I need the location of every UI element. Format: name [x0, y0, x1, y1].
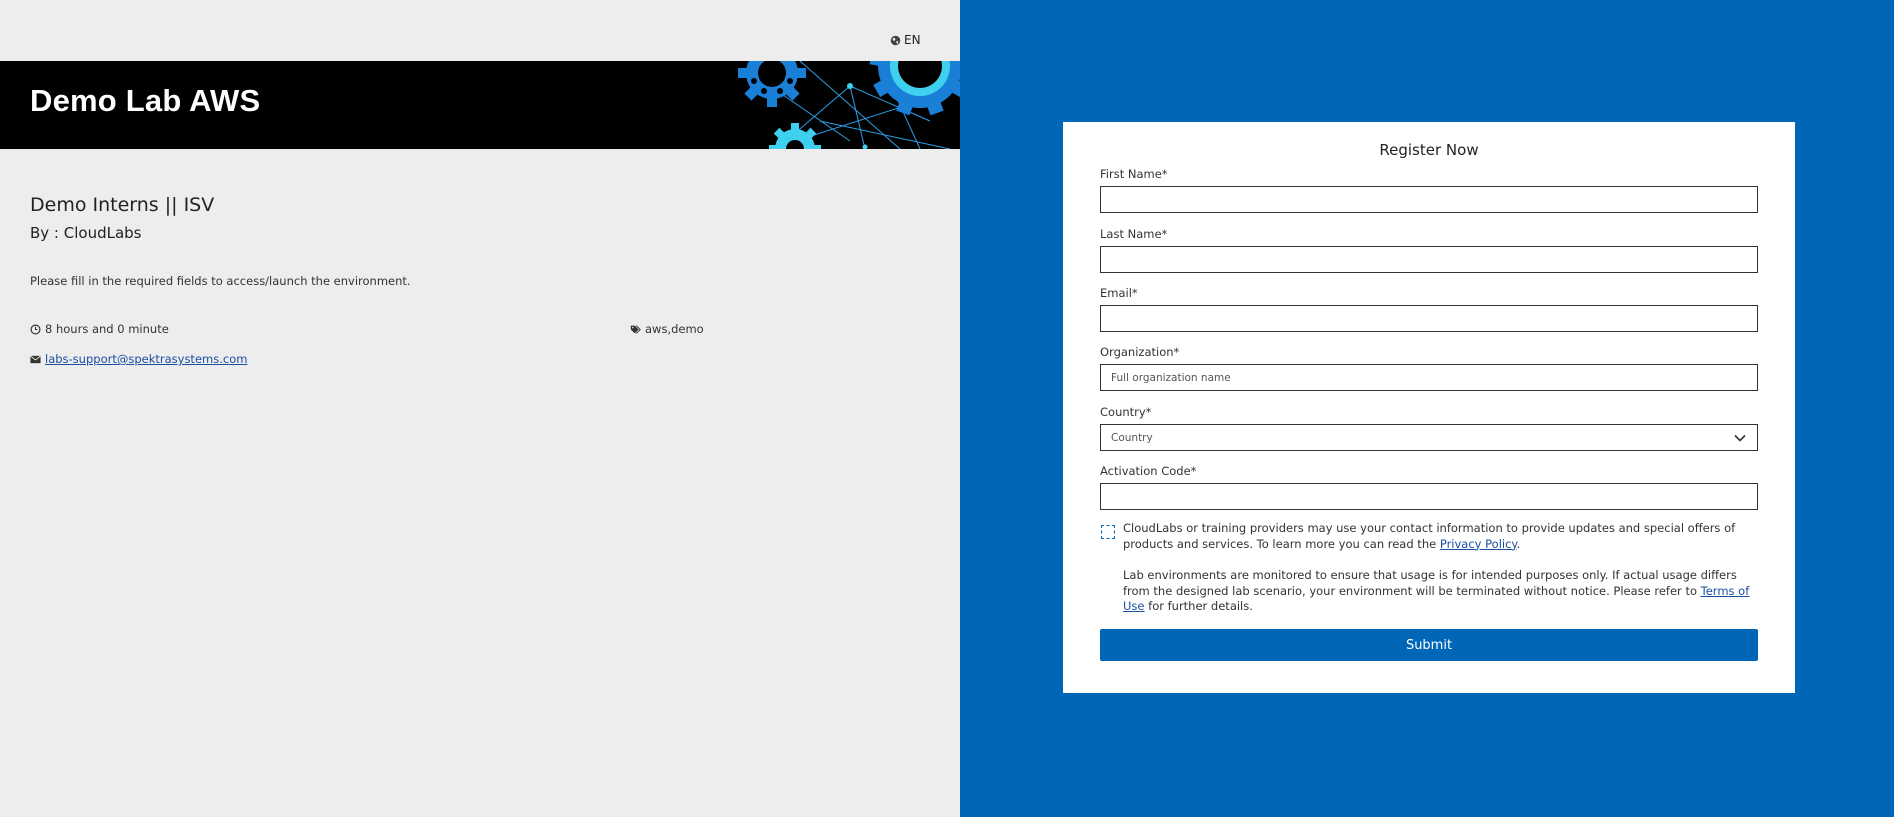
course-author: By : CloudLabs	[30, 224, 142, 242]
lab-banner: Demo Lab AWS	[0, 61, 960, 149]
first-name-input[interactable]	[1100, 186, 1758, 213]
privacy-policy-link[interactable]: Privacy Policy	[1440, 537, 1517, 551]
country-select[interactable]: Country	[1100, 424, 1758, 451]
language-label: EN	[904, 33, 921, 47]
support-contact: labs-support@spektrasystems.com	[30, 352, 247, 366]
tag-icon	[630, 324, 641, 334]
activation-code-input[interactable]	[1100, 483, 1758, 510]
gears-network-graphic	[738, 61, 960, 149]
course-title: Demo Interns || ISV	[30, 194, 215, 216]
monitoring-text-end: for further details.	[1144, 599, 1253, 613]
activation-code-label: Activation Code*	[1100, 464, 1197, 478]
monitoring-notice: Lab environments are monitored to ensure…	[1123, 568, 1763, 615]
last-name-label: Last Name*	[1100, 227, 1168, 241]
country-selected-value: Country	[1111, 431, 1153, 444]
country-label: Country*	[1100, 405, 1152, 419]
first-name-label: First Name*	[1100, 167, 1168, 181]
consent-text: CloudLabs or training providers may use …	[1123, 521, 1763, 552]
monitoring-text-body: Lab environments are monitored to ensure…	[1123, 568, 1737, 598]
form-title: Register Now	[1379, 141, 1479, 159]
course-description: Please fill in the required fields to ac…	[30, 274, 411, 288]
consent-text-end: .	[1516, 536, 1521, 551]
submit-button[interactable]: Submit	[1100, 629, 1758, 661]
registration-panel: Register Now First Name* Last Name* Emai…	[960, 0, 1894, 817]
duration-text: 8 hours and 0 minute	[45, 322, 169, 336]
consent-text-body: CloudLabs or training providers may use …	[1123, 521, 1736, 551]
tags-text: aws,demo	[645, 322, 704, 336]
email-label: Email*	[1100, 286, 1138, 300]
envelope-icon	[30, 354, 41, 363]
registration-card: Register Now First Name* Last Name* Emai…	[1063, 122, 1795, 693]
course-duration: 8 hours and 0 minute	[30, 322, 169, 336]
lab-details-panel: EN Demo Lab AWS Demo Interns || ISV By:…	[0, 0, 960, 817]
consent-checkbox[interactable]	[1101, 525, 1115, 539]
banner-title: Demo Lab AWS	[30, 83, 261, 118]
organization-label: Organization*	[1100, 345, 1180, 359]
support-email-link[interactable]: labs-support@spektrasystems.com	[45, 352, 247, 366]
organization-input[interactable]	[1100, 364, 1758, 391]
chevron-down-icon	[1734, 434, 1746, 442]
globe-icon	[890, 35, 901, 45]
course-tags: aws,demo	[630, 322, 704, 336]
clock-icon	[30, 324, 41, 334]
language-selector[interactable]: EN	[890, 33, 921, 47]
last-name-input[interactable]	[1100, 246, 1758, 273]
email-input[interactable]	[1100, 305, 1758, 332]
